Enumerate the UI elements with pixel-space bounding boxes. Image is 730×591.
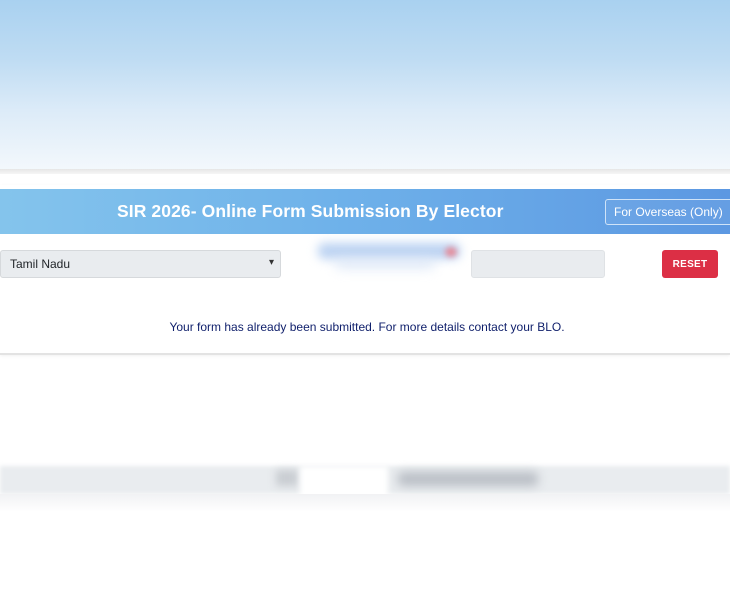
reset-button[interactable]: RESET <box>662 250 718 278</box>
lower-fade <box>0 494 730 512</box>
captcha-image-blurred-lower <box>335 260 435 268</box>
page: SIR 2026- Online Form Submission By Elec… <box>0 0 730 591</box>
submission-card: SIR 2026- Online Form Submission By Elec… <box>0 185 730 355</box>
header-banner-blurred <box>0 0 730 170</box>
overseas-link-button[interactable]: For Overseas (Only) ↗ <box>605 199 730 225</box>
overseas-link-label: For Overseas (Only) <box>614 205 723 219</box>
captcha-input[interactable] <box>471 250 605 278</box>
chevron-down-icon: ▾ <box>268 257 274 268</box>
state-select-value: Tamil Nadu <box>10 257 71 271</box>
page-title: SIR 2026- Online Form Submission By Elec… <box>117 201 504 221</box>
state-select[interactable]: Tamil Nadu ▾ <box>0 250 281 278</box>
captcha-refresh-icon <box>445 247 457 257</box>
captcha-image-blurred <box>318 243 460 259</box>
lower-blurred-element-c <box>398 472 538 486</box>
submission-status-message: Your form has already been submitted. Fo… <box>169 320 565 334</box>
title-banner: SIR 2026- Online Form Submission By Elec… <box>0 189 730 234</box>
lower-blurred-element-a <box>276 470 298 486</box>
header-divider <box>0 169 730 174</box>
